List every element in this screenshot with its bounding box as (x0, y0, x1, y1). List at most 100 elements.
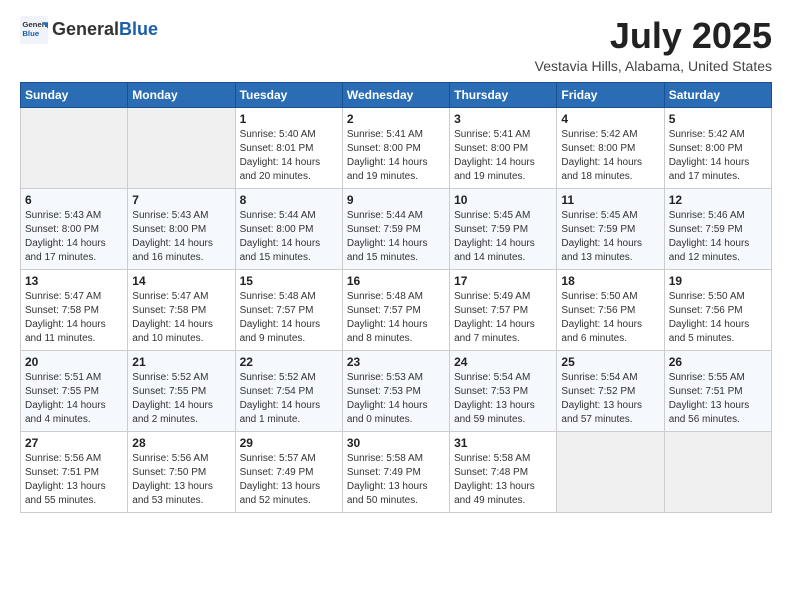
day-info: Sunrise: 5:47 AMSunset: 7:58 PMDaylight:… (132, 290, 230, 346)
day-number: 22 (240, 355, 338, 369)
weekday-header-wednesday: Wednesday (342, 82, 449, 107)
day-info: Sunrise: 5:57 AMSunset: 7:49 PMDaylight:… (240, 452, 338, 508)
week-row-5: 27Sunrise: 5:56 AMSunset: 7:51 PMDayligh… (21, 431, 772, 512)
logo-text: GeneralBlue (52, 20, 158, 40)
day-cell: 23 Sunrise: 5:53 AMSunset: 7:53 PMDayligh… (342, 350, 449, 431)
weekday-header-saturday: Saturday (664, 82, 771, 107)
location: Vestavia Hills, Alabama, United States (535, 58, 772, 74)
weekday-header-friday: Friday (557, 82, 664, 107)
day-cell: 8Sunrise: 5:44 AMSunset: 8:00 PMDaylight… (235, 188, 342, 269)
weekday-header-sunday: Sunday (21, 82, 128, 107)
day-info: Sunrise: 5:45 AMSunset: 7:59 PMDaylight:… (454, 209, 552, 265)
day-cell (557, 431, 664, 512)
day-cell: 13 Sunrise: 5:47 AMSunset: 7:58 PMDayligh… (21, 269, 128, 350)
day-number: 4 (561, 112, 659, 126)
day-number: 29 (240, 436, 338, 450)
day-number: 26 (669, 355, 767, 369)
day-number: 11 (561, 193, 659, 207)
day-info: Sunrise: 5:52 AMSunset: 7:54 PMDaylight:… (240, 371, 338, 427)
day-cell: 25Sunrise: 5:54 AMSunset: 7:52 PMDayligh… (557, 350, 664, 431)
weekday-header-monday: Monday (128, 82, 235, 107)
day-number: 30 (347, 436, 445, 450)
day-info: Sunrise: 5:53 AMSunset: 7:53 PMDaylight:… (347, 371, 445, 427)
day-number: 24 (454, 355, 552, 369)
day-cell: 31 Sunrise: 5:58 AMSunset: 7:48 PMDayligh… (450, 431, 557, 512)
day-info: Sunrise: 5:58 AMSunset: 7:48 PMDaylight:… (454, 452, 552, 508)
day-number: 27 (25, 436, 123, 450)
day-cell: 28 Sunrise: 5:56 AMSunset: 7:50 PMDayligh… (128, 431, 235, 512)
day-number: 18 (561, 274, 659, 288)
week-row-1: 1Sunrise: 5:40 AMSunset: 8:01 PMDaylight… (21, 107, 772, 188)
day-cell: 4 Sunrise: 5:42 AMSunset: 8:00 PMDaylight… (557, 107, 664, 188)
day-info: Sunrise: 5:47 AMSunset: 7:58 PMDaylight:… (25, 290, 123, 346)
day-cell: 10 Sunrise: 5:45 AMSunset: 7:59 PMDayligh… (450, 188, 557, 269)
week-row-2: 6 Sunrise: 5:43 AMSunset: 8:00 PMDaylight… (21, 188, 772, 269)
day-cell: 14Sunrise: 5:47 AMSunset: 7:58 PMDayligh… (128, 269, 235, 350)
day-info: Sunrise: 5:58 AMSunset: 7:49 PMDaylight:… (347, 452, 445, 508)
logo-icon: General Blue (20, 16, 48, 44)
day-cell: 2Sunrise: 5:41 AMSunset: 8:00 PMDaylight… (342, 107, 449, 188)
day-cell: 3 Sunrise: 5:41 AMSunset: 8:00 PMDaylight… (450, 107, 557, 188)
day-info: Sunrise: 5:50 AMSunset: 7:56 PMDaylight:… (669, 290, 767, 346)
day-number: 20 (25, 355, 123, 369)
day-cell: 11Sunrise: 5:45 AMSunset: 7:59 PMDayligh… (557, 188, 664, 269)
title-block: July 2025 Vestavia Hills, Alabama, Unite… (535, 16, 772, 74)
day-number: 8 (240, 193, 338, 207)
day-info: Sunrise: 5:43 AMSunset: 8:00 PMDaylight:… (25, 209, 123, 265)
day-info: Sunrise: 5:41 AMSunset: 8:00 PMDaylight:… (454, 128, 552, 184)
day-info: Sunrise: 5:52 AMSunset: 7:55 PMDaylight:… (132, 371, 230, 427)
day-cell: 9Sunrise: 5:44 AMSunset: 7:59 PMDaylight… (342, 188, 449, 269)
day-number: 5 (669, 112, 767, 126)
day-number: 1 (240, 112, 338, 126)
day-info: Sunrise: 5:50 AMSunset: 7:56 PMDaylight:… (561, 290, 659, 346)
day-number: 21 (132, 355, 230, 369)
weekday-header-row: SundayMondayTuesdayWednesdayThursdayFrid… (21, 82, 772, 107)
day-number: 3 (454, 112, 552, 126)
day-number: 10 (454, 193, 552, 207)
week-row-4: 20 Sunrise: 5:51 AMSunset: 7:55 PMDayligh… (21, 350, 772, 431)
day-cell: 22 Sunrise: 5:52 AMSunset: 7:54 PMDayligh… (235, 350, 342, 431)
month-year: July 2025 (535, 16, 772, 56)
day-cell: 15Sunrise: 5:48 AMSunset: 7:57 PMDayligh… (235, 269, 342, 350)
day-cell: 29 Sunrise: 5:57 AMSunset: 7:49 PMDayligh… (235, 431, 342, 512)
day-cell: 17 Sunrise: 5:49 AMSunset: 7:57 PMDayligh… (450, 269, 557, 350)
day-info: Sunrise: 5:46 AMSunset: 7:59 PMDaylight:… (669, 209, 767, 265)
day-info: Sunrise: 5:41 AMSunset: 8:00 PMDaylight:… (347, 128, 445, 184)
day-cell: 16Sunrise: 5:48 AMSunset: 7:57 PMDayligh… (342, 269, 449, 350)
day-number: 31 (454, 436, 552, 450)
day-info: Sunrise: 5:56 AMSunset: 7:50 PMDaylight:… (132, 452, 230, 508)
day-info: Sunrise: 5:54 AMSunset: 7:52 PMDaylight:… (561, 371, 659, 427)
day-cell: 24 Sunrise: 5:54 AMSunset: 7:53 PMDayligh… (450, 350, 557, 431)
day-info: Sunrise: 5:54 AMSunset: 7:53 PMDaylight:… (454, 371, 552, 427)
week-row-3: 13 Sunrise: 5:47 AMSunset: 7:58 PMDayligh… (21, 269, 772, 350)
day-number: 6 (25, 193, 123, 207)
day-info: Sunrise: 5:51 AMSunset: 7:55 PMDaylight:… (25, 371, 123, 427)
day-number: 28 (132, 436, 230, 450)
day-cell: 18 Sunrise: 5:50 AMSunset: 7:56 PMDayligh… (557, 269, 664, 350)
logo: General Blue GeneralBlue (20, 16, 158, 44)
day-cell: 20 Sunrise: 5:51 AMSunset: 7:55 PMDayligh… (21, 350, 128, 431)
day-number: 23 (347, 355, 445, 369)
day-cell (128, 107, 235, 188)
day-cell: 1Sunrise: 5:40 AMSunset: 8:01 PMDaylight… (235, 107, 342, 188)
day-cell: 19 Sunrise: 5:50 AMSunset: 7:56 PMDayligh… (664, 269, 771, 350)
day-info: Sunrise: 5:42 AMSunset: 8:00 PMDaylight:… (561, 128, 659, 184)
weekday-header-tuesday: Tuesday (235, 82, 342, 107)
day-info: Sunrise: 5:44 AMSunset: 7:59 PMDaylight:… (347, 209, 445, 265)
day-number: 13 (25, 274, 123, 288)
day-cell: 26 Sunrise: 5:55 AMSunset: 7:51 PMDayligh… (664, 350, 771, 431)
day-cell (21, 107, 128, 188)
day-info: Sunrise: 5:55 AMSunset: 7:51 PMDaylight:… (669, 371, 767, 427)
day-cell: 30 Sunrise: 5:58 AMSunset: 7:49 PMDayligh… (342, 431, 449, 512)
day-cell: 12Sunrise: 5:46 AMSunset: 7:59 PMDayligh… (664, 188, 771, 269)
day-info: Sunrise: 5:49 AMSunset: 7:57 PMDaylight:… (454, 290, 552, 346)
day-info: Sunrise: 5:43 AMSunset: 8:00 PMDaylight:… (132, 209, 230, 265)
svg-text:Blue: Blue (22, 29, 40, 38)
day-number: 17 (454, 274, 552, 288)
day-cell: 6 Sunrise: 5:43 AMSunset: 8:00 PMDaylight… (21, 188, 128, 269)
day-number: 19 (669, 274, 767, 288)
day-number: 7 (132, 193, 230, 207)
day-cell (664, 431, 771, 512)
weekday-header-thursday: Thursday (450, 82, 557, 107)
day-number: 15 (240, 274, 338, 288)
